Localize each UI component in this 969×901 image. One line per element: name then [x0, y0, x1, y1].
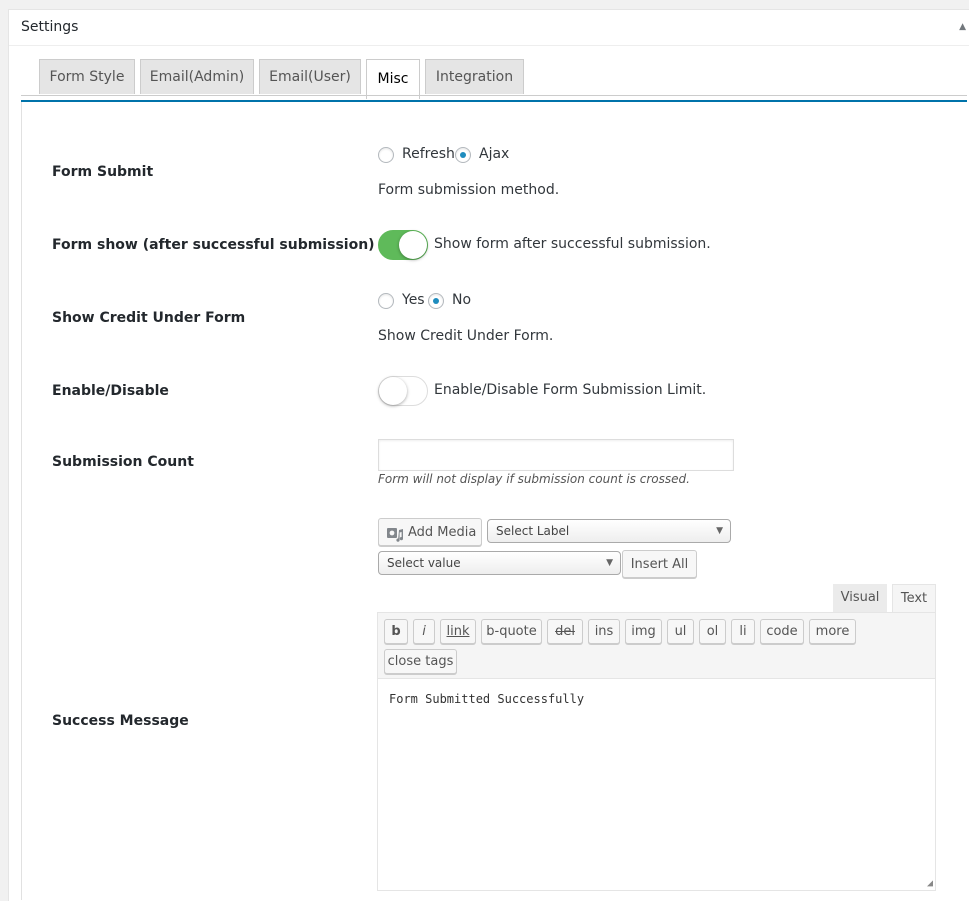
success-message-textarea[interactable]: Form Submitted Successfully ◢: [377, 679, 936, 891]
tab-misc[interactable]: Misc: [366, 59, 420, 99]
qt-ol-button[interactable]: ol: [699, 619, 726, 644]
postbox-header[interactable]: Settings ▲: [9, 10, 969, 46]
qt-ins-button[interactable]: ins: [588, 619, 620, 644]
qt-italic-button[interactable]: i: [413, 619, 435, 644]
tab-divider: [21, 95, 967, 96]
select-label-dropdown[interactable]: Select Label ▼: [487, 519, 731, 543]
refresh-radio-label[interactable]: Refresh: [402, 146, 455, 162]
ajax-radio-label[interactable]: Ajax: [479, 146, 509, 162]
tab-integration[interactable]: Integration: [425, 59, 524, 94]
qt-code-button[interactable]: code: [760, 619, 804, 644]
enable-disable-label: Enable/Disable: [52, 383, 169, 399]
no-radio-label[interactable]: No: [452, 292, 471, 308]
yes-radio-label[interactable]: Yes: [402, 292, 425, 308]
enable-disable-toggle[interactable]: [378, 376, 428, 406]
submission-count-hint: Form will not display if submission coun…: [378, 472, 690, 486]
no-radio[interactable]: [428, 293, 444, 309]
accent-line: [21, 100, 967, 102]
dropdown-arrow-icon: ▼: [606, 558, 613, 568]
tab-form-style[interactable]: Form Style: [39, 59, 135, 94]
tab-email-admin[interactable]: Email(Admin): [140, 59, 254, 94]
triangle-up-icon[interactable]: ▲: [959, 22, 966, 32]
qt-li-button[interactable]: li: [731, 619, 755, 644]
form-show-description: Show form after successful submission.: [434, 236, 711, 252]
toggle-knob: [399, 231, 427, 259]
yes-radio[interactable]: [378, 293, 394, 309]
qt-close-tags-button[interactable]: close tags: [384, 649, 457, 674]
tab-text[interactable]: Text: [892, 584, 936, 612]
postbox-title: Settings: [21, 19, 79, 35]
qt-img-button[interactable]: img: [625, 619, 662, 644]
qt-more-button[interactable]: more: [809, 619, 856, 644]
form-submit-description: Form submission method.: [378, 182, 560, 198]
enable-disable-description: Enable/Disable Form Submission Limit.: [434, 382, 707, 398]
select-value-value: Select value: [387, 556, 461, 570]
ajax-radio[interactable]: [455, 147, 471, 163]
qt-link-button[interactable]: link: [440, 619, 476, 644]
tab-visual[interactable]: Visual: [833, 584, 887, 612]
resize-handle-icon[interactable]: ◢: [927, 878, 933, 889]
tab-email-user[interactable]: Email(User): [259, 59, 361, 94]
add-media-button[interactable]: Add Media: [378, 518, 482, 546]
show-credit-label: Show Credit Under Form: [52, 310, 246, 326]
form-submit-label: Form Submit: [52, 164, 154, 180]
select-value-dropdown[interactable]: Select value ▼: [378, 551, 621, 575]
insert-all-button[interactable]: Insert All: [622, 550, 697, 578]
qt-ul-button[interactable]: ul: [667, 619, 694, 644]
panel-border: [21, 102, 22, 900]
refresh-radio[interactable]: [378, 147, 394, 163]
submission-count-label: Submission Count: [52, 454, 194, 470]
add-media-label: Add Media: [408, 525, 477, 540]
media-icon: [387, 525, 404, 542]
success-message-content[interactable]: Form Submitted Successfully: [389, 692, 584, 706]
submission-count-input[interactable]: [378, 439, 734, 471]
qt-bold-button[interactable]: b: [384, 619, 408, 644]
show-credit-description: Show Credit Under Form.: [378, 328, 554, 344]
qt-del-button[interactable]: del: [547, 619, 583, 644]
qt-bquote-button[interactable]: b-quote: [481, 619, 542, 644]
form-show-toggle[interactable]: [378, 230, 428, 260]
success-message-label: Success Message: [52, 713, 189, 729]
select-label-value: Select Label: [496, 524, 570, 538]
quicktags-toolbar: b i link b-quote del ins img ul ol li co…: [377, 612, 936, 679]
dropdown-arrow-icon: ▼: [716, 526, 723, 536]
toggle-knob: [379, 377, 407, 405]
form-show-label: Form show (after successful submission): [52, 237, 375, 253]
